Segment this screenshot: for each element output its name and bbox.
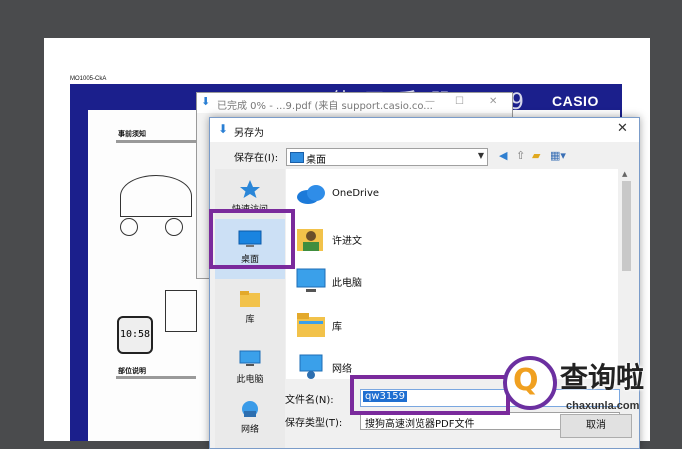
close-button[interactable]: ✕ bbox=[489, 96, 497, 107]
pdf-model-code: MO1005-CkA bbox=[70, 76, 107, 82]
library-icon bbox=[240, 291, 260, 307]
maximize-button[interactable]: ☐ bbox=[455, 96, 464, 107]
watermark-logo: Q bbox=[503, 356, 557, 410]
file-list-scrollbar[interactable]: ▲ bbox=[619, 169, 634, 379]
watermark-url: chaxunla.com bbox=[566, 400, 640, 412]
filetype-label: 保存类型(T): bbox=[285, 418, 343, 429]
list-item[interactable]: 许进文 bbox=[294, 219, 594, 259]
cancel-button[interactable]: 取消 bbox=[560, 414, 632, 438]
this-pc-icon bbox=[296, 268, 326, 292]
scrollbar-thumb[interactable] bbox=[622, 181, 631, 271]
pdf-section-heading: 部位说明 bbox=[118, 367, 146, 375]
up-folder-icon[interactable]: ⇧ bbox=[516, 150, 525, 162]
dialog-titlebar: ⬇ 另存为 ✕ bbox=[210, 118, 639, 142]
pdf-illustration bbox=[120, 218, 138, 236]
back-icon[interactable]: ◀ bbox=[499, 150, 507, 162]
watermark-letter: Q bbox=[513, 363, 539, 398]
library-icon bbox=[297, 313, 325, 337]
minimize-button[interactable]: — bbox=[425, 96, 435, 107]
watch-display: 10:58 bbox=[117, 316, 153, 354]
place-library[interactable]: 库 bbox=[215, 279, 285, 339]
place-label: 库 bbox=[245, 315, 255, 325]
download-icon: ⬇ bbox=[201, 95, 211, 108]
watermark-text: 查询啦 bbox=[560, 361, 645, 394]
chevron-down-icon: ▼ bbox=[477, 151, 484, 160]
pdf-divider bbox=[116, 140, 196, 143]
pdf-divider bbox=[116, 376, 196, 379]
save-in-value: 桌面 bbox=[306, 155, 326, 166]
file-label: 库 bbox=[332, 322, 342, 333]
download-titlebar: ⬇ 已完成 0% - ...9.pdf (来自 support.casio.co… bbox=[197, 93, 512, 113]
filename-highlight bbox=[350, 375, 510, 415]
pdf-section-heading: 事前须知 bbox=[118, 130, 146, 138]
desktop-highlight bbox=[209, 209, 295, 269]
place-label: 此电脑 bbox=[236, 375, 264, 385]
file-list: OneDrive 许进文 此电脑 库 网络 bbox=[286, 169, 618, 379]
user-folder-icon bbox=[297, 229, 323, 251]
file-label: 此电脑 bbox=[332, 278, 362, 289]
file-label: OneDrive bbox=[332, 188, 380, 199]
file-label: 网络 bbox=[332, 364, 352, 375]
pdf-illustration bbox=[165, 218, 183, 236]
filename-label: 文件名(N): bbox=[285, 395, 334, 406]
filetype-value: 搜狗高速浏览器PDF文件 bbox=[365, 419, 475, 430]
close-icon[interactable]: ✕ bbox=[617, 121, 628, 136]
download-icon: ⬇ bbox=[218, 122, 229, 136]
this-pc-icon bbox=[239, 350, 261, 366]
casio-logo: CASIO bbox=[552, 93, 599, 109]
scroll-up-icon[interactable]: ▲ bbox=[622, 170, 627, 178]
network-icon bbox=[299, 354, 323, 379]
list-item[interactable]: OneDrive bbox=[294, 175, 594, 215]
list-item[interactable]: 库 bbox=[294, 305, 594, 345]
file-label: 许进文 bbox=[332, 236, 362, 247]
view-menu-icon[interactable]: ▦▾ bbox=[550, 150, 566, 162]
pdf-illustration bbox=[165, 290, 197, 332]
dialog-title: 另存为 bbox=[234, 128, 264, 139]
network-icon bbox=[242, 401, 258, 417]
save-in-label: 保存在(I): bbox=[234, 153, 279, 164]
download-title: 已完成 0% - ...9.pdf (来自 support.casio.co..… bbox=[217, 101, 433, 112]
place-network[interactable]: 网络 bbox=[215, 389, 285, 449]
desktop-icon bbox=[290, 152, 304, 163]
list-item[interactable]: 此电脑 bbox=[294, 261, 594, 301]
new-folder-icon[interactable]: ▰ bbox=[532, 150, 540, 162]
pdf-illustration bbox=[120, 175, 192, 217]
save-in-select[interactable]: 桌面 ▼ bbox=[286, 148, 488, 166]
quick-access-icon bbox=[240, 180, 260, 198]
place-label: 网络 bbox=[240, 425, 259, 435]
onedrive-icon bbox=[297, 185, 325, 204]
